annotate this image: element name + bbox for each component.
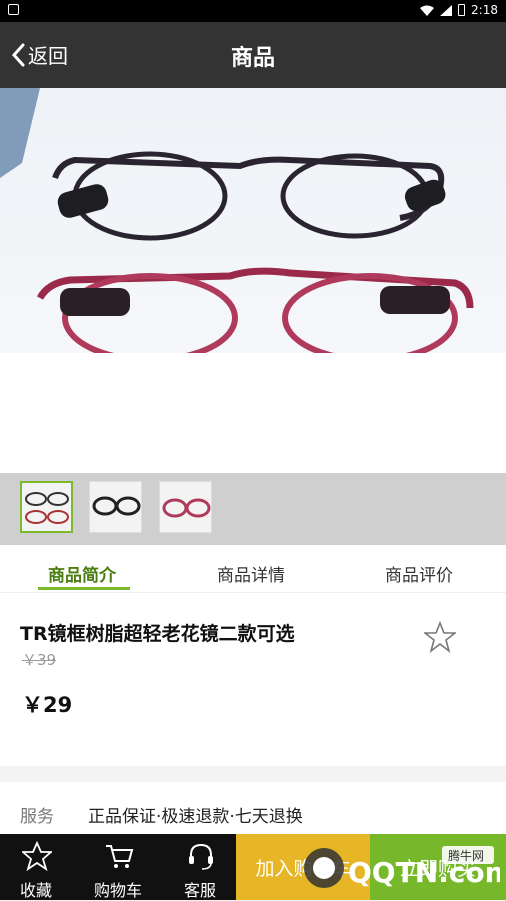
add-to-cart-button[interactable]: 加入购物车 (236, 834, 370, 900)
product-tabs: 商品简介 商品详情 商品评价 (0, 545, 506, 593)
product-name: TR镜框树脂超轻老花镜二款可选 (20, 623, 295, 645)
tab-intro[interactable]: 商品简介 (48, 561, 116, 586)
product-info: TR镜框树脂超轻老花镜二款可选 ￥39 ￥29 (0, 593, 506, 766)
buy-now-button[interactable]: 立即购买 (370, 834, 506, 900)
thumbnail-1[interactable] (20, 481, 73, 533)
glasses-image (0, 88, 474, 353)
cart-button[interactable]: 购物车 (84, 834, 152, 900)
favorite-star-icon[interactable] (424, 621, 456, 653)
notification-icon (8, 4, 19, 15)
signal-icon (440, 4, 453, 16)
headset-icon (189, 843, 213, 870)
customer-service-button[interactable]: 客服 (166, 834, 234, 900)
product-image[interactable] (0, 88, 506, 353)
current-price: ￥29 (22, 693, 73, 717)
service-row: 服务 正品保证·极速退款·七天退换 (0, 782, 506, 834)
page-title: 商品 (230, 46, 275, 71)
star-icon (22, 841, 52, 871)
customer-service-label: 客服 (183, 881, 216, 900)
thumbnail-3[interactable] (159, 481, 212, 533)
thumbnail-2[interactable] (89, 481, 142, 533)
service-text: 正品保证·极速退款·七天退换 (88, 807, 303, 827)
cart-label: 购物车 (93, 881, 142, 900)
favorite-label: 收藏 (19, 881, 52, 900)
original-price: ￥39 (22, 651, 57, 669)
status-bar: 2:18 (0, 0, 506, 22)
favorite-button[interactable]: 收藏 (2, 834, 70, 900)
service-label: 服务 (20, 807, 54, 827)
cart-icon (106, 845, 134, 868)
clock: 2:18 (471, 3, 498, 17)
bottom-action-bar: 收藏 购物车 客服 加入购物车 立即购买 (0, 834, 506, 900)
tab-details[interactable]: 商品详情 (217, 561, 285, 586)
thumbnail-strip (0, 473, 506, 545)
image-area-blank (0, 353, 506, 473)
battery-icon (458, 4, 466, 16)
tab-reviews[interactable]: 商品评价 (385, 561, 453, 586)
app-header: 返回 商品 (0, 22, 506, 88)
active-tab-indicator (38, 587, 130, 590)
wifi-icon (420, 5, 435, 16)
